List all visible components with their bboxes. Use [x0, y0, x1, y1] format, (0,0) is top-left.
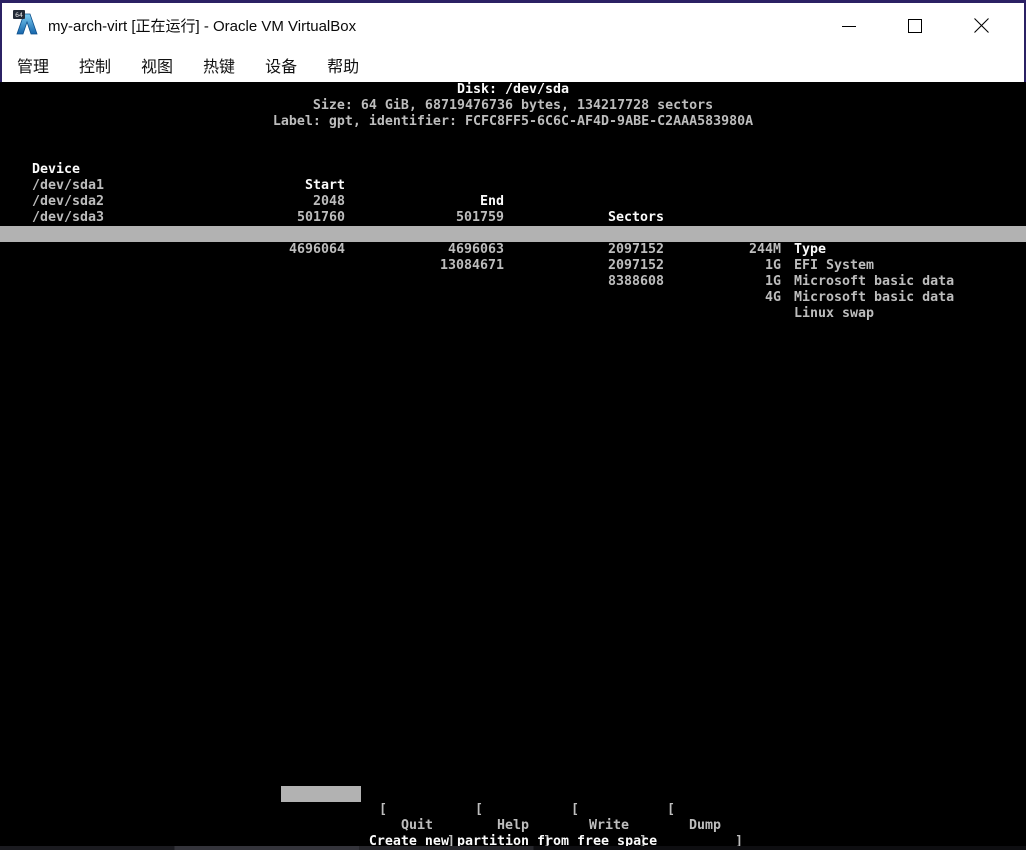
partition-row-sda3[interactable]: /dev/sda3 2598912 4696063 2097152 1G Mic…: [0, 194, 1026, 210]
menu-item-file[interactable]: 管理: [17, 53, 49, 77]
header-type: Type: [794, 242, 826, 258]
menu-item-devices[interactable]: 设备: [265, 53, 297, 77]
minimize-button[interactable]: [816, 3, 882, 48]
partition-row-sda1[interactable]: /dev/sda1 2048 501759 499712 244M EFI Sy…: [0, 162, 1026, 178]
bracket-left: [: [475, 802, 483, 818]
cell-sectors: 121133023: [0, 306, 664, 322]
menu-item-view[interactable]: 视图: [141, 53, 173, 77]
disk-title: Disk: /dev/sda: [0, 82, 1026, 98]
menu-button-new[interactable]: [ New ]: [281, 786, 361, 802]
window-controls: [816, 3, 1014, 48]
menu-item-input[interactable]: 热键: [203, 53, 235, 77]
menu-button-write[interactable]: [ Write ]: [569, 786, 649, 802]
maximize-icon: [907, 18, 923, 34]
cell-end: 134217694: [0, 290, 504, 306]
selection-cursor: >>: [6, 242, 22, 258]
bracket-left: [: [379, 802, 387, 818]
minimize-icon: [841, 18, 857, 34]
button-label: Dump: [665, 818, 745, 834]
partition-row-sda4[interactable]: /dev/sda4 4696064 13084671 8388608 4G Li…: [0, 210, 1026, 226]
close-button[interactable]: [948, 3, 1014, 48]
menu-item-machine[interactable]: 控制: [79, 53, 111, 77]
partition-table: Device Start End Sectors Size Type /dev/…: [0, 210, 1026, 418]
close-icon: [973, 17, 990, 34]
bracket-left: [: [283, 802, 291, 818]
cell-type: Microsoft basic data: [794, 274, 954, 290]
host-status-bar-remnant: [0, 846, 1026, 850]
button-label: Quit: [377, 818, 457, 834]
partition-row-free-space[interactable]: >> Free space 13084672 134217694 1211330…: [0, 226, 1026, 242]
menu-button-help[interactable]: [ Help ]: [473, 786, 553, 802]
icon-badge-64: 64: [15, 11, 23, 19]
virtualbox-logo-icon: 64: [13, 10, 40, 37]
menu-item-help[interactable]: 帮助: [327, 53, 359, 77]
window-title: my-arch-virt [正在运行] - Oracle VM VirtualB…: [48, 3, 356, 48]
maximize-button[interactable]: [882, 3, 948, 48]
menu-button-dump[interactable]: [ Dump ]: [665, 786, 745, 802]
titlebar: 64 my-arch-virt [正在运行] - Oracle VM Virtu…: [2, 3, 1024, 48]
button-label: New: [281, 818, 361, 834]
cell-start: 13084672: [0, 274, 345, 290]
cell-type: Linux swap: [794, 306, 874, 322]
cell-size: 57.8G: [0, 322, 781, 338]
cell-type: Microsoft basic data: [794, 290, 954, 306]
button-label: Help: [473, 818, 553, 834]
bracket-left: [: [571, 802, 579, 818]
cell-type: EFI System: [794, 258, 874, 274]
virtualbox-window: 64 my-arch-virt [正在运行] - Oracle VM Virtu…: [0, 0, 1026, 850]
cell-device: Free space: [32, 258, 112, 274]
window-chrome: 64 my-arch-virt [正在运行] - Oracle VM Virtu…: [0, 0, 1026, 82]
partition-row-sda2[interactable]: /dev/sda2 501760 2598911 2097152 1G Micr…: [0, 178, 1026, 194]
partition-table-header: Device Start End Sectors Size Type: [0, 146, 1026, 162]
cfdisk-menu: [ New ] [ Quit ] [ Help ] [ Write ] [ Du: [0, 786, 1026, 802]
disk-size-line: Size: 64 GiB, 68719476736 bytes, 1342177…: [0, 98, 1026, 114]
bracket-left: [: [667, 802, 675, 818]
guest-console-screen[interactable]: Disk: /dev/sda Size: 64 GiB, 68719476736…: [0, 82, 1026, 850]
menu-button-quit[interactable]: [ Quit ]: [377, 786, 457, 802]
menubar: 管理 控制 视图 热键 设备 帮助: [2, 48, 1024, 82]
button-label: Write: [569, 818, 649, 834]
disk-label-line: Label: gpt, identifier: FCFC8FF5-6C6C-AF…: [0, 114, 1026, 130]
